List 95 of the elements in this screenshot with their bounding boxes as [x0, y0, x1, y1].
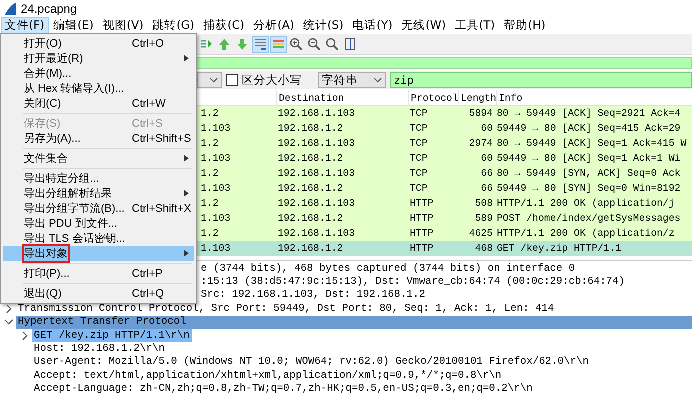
menu-item[interactable]: 退出(Q) Ctrl+Q — [3, 286, 194, 301]
table-cell-text: 192.168.1.2 — [277, 243, 344, 254]
search-field[interactable]: zip — [390, 72, 692, 88]
menu-item[interactable]: 文件集合 — [3, 151, 194, 166]
table-cell-text: HTTP — [409, 198, 435, 209]
table-cell-text: 1.103 — [200, 153, 232, 164]
table-cell-text: POST /home/index/getSysMessages — [496, 213, 682, 224]
table-cell-text: HTTP — [409, 243, 435, 254]
detail-line[interactable]: e (3744 bits), 468 bytes captured (3744 bits) on interface 0 — [199, 262, 578, 276]
menu-item[interactable]: 电话(Y) — [348, 17, 397, 34]
expand-caret-icon[interactable] — [4, 304, 14, 314]
table-cell-text: HTTP/1.1 200 OK (application/z — [496, 228, 676, 239]
table-cell-text: 80 → 59449 [ACK] Seq=2921 Ack=4 — [496, 108, 682, 119]
zoom-in-icon[interactable] — [289, 36, 304, 52]
table-cell-text: 80 → 59449 [ACK] Seq=1 Ack=415 W — [496, 138, 688, 149]
menu-item[interactable]: 捕获(C) — [200, 17, 249, 34]
detail-line[interactable]: :15:13 (38:d5:47:9c:15:13), Dst: Vmware_cb:64:74 (00:0c:29:cb:64:74) — [199, 275, 628, 289]
menu-item[interactable]: 导出对象 — [3, 246, 194, 261]
table-cell-text: 2974 — [468, 138, 494, 149]
table-cell-text: HTTP — [409, 213, 435, 224]
menu-item[interactable]: 从 Hex 转储导入(I)... — [3, 81, 194, 96]
menu-item[interactable]: 分析(A) — [250, 17, 298, 34]
detail-line[interactable]: Src: 192.168.1.103, Dst: 192.168.1.2 — [199, 288, 428, 302]
table-cell-text: TCP — [409, 153, 429, 164]
table-cell-text: TCP — [409, 183, 429, 194]
detail-line[interactable]: Host: 192.168.1.2\r\n — [32, 342, 167, 356]
checkbox[interactable] — [226, 74, 238, 86]
table-cell-text: 59449 → 80 [ACK] Seq=415 Ack=29 — [496, 123, 682, 134]
table-cell-text: 192.168.1.2 — [277, 153, 344, 164]
menu-item[interactable]: 统计(S) — [299, 17, 348, 34]
table-cell-text: HTTP — [409, 228, 435, 239]
autoscroll-icon[interactable] — [253, 36, 268, 52]
table-cell-text: TCP — [409, 108, 429, 119]
table-cell-text: 1.2 — [200, 138, 220, 149]
menu-item[interactable]: 打开(O) Ctrl+O — [3, 36, 194, 51]
zoom-reset-icon[interactable] — [325, 36, 340, 52]
table-cell-text: 192.168.1.103 — [277, 108, 356, 119]
table-cell-text: 60 — [480, 123, 494, 134]
search-scope-dropdown[interactable] — [197, 72, 222, 88]
detail-line[interactable]: User-Agent: Mozilla/5.0 (Windows NT 10.0; WOW64; rv:62.0) Gecko/20100101 Firefox/62.0\r\n — [32, 356, 591, 370]
table-cell-text: 192.168.1.103 — [277, 138, 356, 149]
table-cell-text: 589 — [474, 213, 494, 224]
collapse-caret-icon[interactable] — [4, 317, 14, 328]
table-cell-text: 1.2 — [200, 198, 220, 209]
table-cell-text: 59449 → 80 [ACK] Seq=1 Ack=1 Wi — [496, 153, 682, 164]
menu-item[interactable]: 帮助(H) — [500, 17, 550, 34]
chevron-down-icon — [210, 78, 218, 82]
table-cell-text: TCP — [409, 168, 429, 179]
table-cell-text: 59449 → 80 [SYN] Seq=0 Win=8192 — [496, 183, 682, 194]
table-cell-text: GET /key.zip HTTP/1.1 — [496, 243, 622, 254]
shark-fin-icon — [4, 2, 17, 16]
resize-columns-icon[interactable] — [343, 36, 358, 52]
table-cell-text: TCP — [409, 123, 429, 134]
menu-item[interactable]: 打印(P)... Ctrl+P — [3, 266, 194, 281]
table-cell-text: 1.103 — [200, 213, 232, 224]
search-type-select[interactable]: 字符串 — [318, 72, 386, 88]
menu-item[interactable]: 视图(V) — [98, 17, 148, 34]
expand-caret-icon[interactable] — [20, 330, 30, 341]
detail-line[interactable]: Accept-Language: zh-CN,zh;q=0.8,zh-TW;q=0.7,zh-HK;q=0.5,en-US;q=0.3,en;q=0.2\r\n — [32, 382, 535, 396]
table-cell-text: 66 — [480, 168, 494, 179]
detail-line[interactable]: Transmission Control Protocol, Src Port: 59449, Dst Port: 80, Seq: 1, Ack: 1, Len: 414 — [16, 302, 556, 316]
colorize-icon[interactable] — [271, 36, 286, 52]
table-cell-text: 468 — [474, 243, 494, 254]
table-cell-text: 192.168.1.2 — [277, 213, 344, 224]
menu-item[interactable]: 文件(F) — [1, 17, 49, 34]
table-cell-text: 1.103 — [200, 243, 232, 254]
table-cell-text: 1.2 — [200, 108, 220, 119]
table-cell-text: 192.168.1.2 — [277, 183, 344, 194]
table-cell-text: 1.2 — [200, 168, 220, 179]
table-cell-text: 192.168.1.103 — [277, 228, 356, 239]
table-cell-text: 4625 — [468, 228, 494, 239]
menu-item[interactable]: 合并(M)... — [3, 66, 194, 81]
table-cell-text: 5894 — [468, 108, 494, 119]
table-cell-text: 508 — [474, 198, 494, 209]
zoom-out-icon[interactable] — [307, 36, 322, 52]
window-title: 24.pcapng — [21, 2, 78, 16]
table-cell-text: 60 — [480, 153, 494, 164]
table-cell-text: TCP — [409, 138, 429, 149]
table-cell-text: 80 → 59449 [SYN, ACK] Seq=0 Ack — [496, 168, 682, 179]
menu-item[interactable]: 打开最近(R) — [3, 51, 194, 66]
table-cell-text: 1.103 — [200, 123, 232, 134]
menu-item[interactable]: 无线(W) — [398, 17, 450, 34]
table-cell-text: HTTP/1.1 200 OK (application/j — [496, 198, 676, 209]
table-cell-text: 1.2 — [200, 228, 220, 239]
chevron-down-icon — [374, 78, 382, 82]
table-cell-text: 192.168.1.103 — [277, 198, 356, 209]
menu-item[interactable]: 工具(T) — [451, 17, 500, 34]
table-cell-text: 192.168.1.103 — [277, 168, 356, 179]
menu-item[interactable]: 编辑(E) — [50, 17, 98, 34]
checkbox-label: 区分大小写 — [242, 72, 302, 88]
detail-line[interactable]: Accept: text/html,application/xhtml+xml,application/xml;q=0.9,*/*;q=0.8\r\n — [32, 369, 504, 383]
table-cell-text: 192.168.1.2 — [277, 123, 344, 134]
table-cell-text: 1.103 — [200, 183, 232, 194]
menu-item[interactable]: 跳转(G) — [148, 17, 199, 34]
table-cell-text: 66 — [480, 183, 494, 194]
